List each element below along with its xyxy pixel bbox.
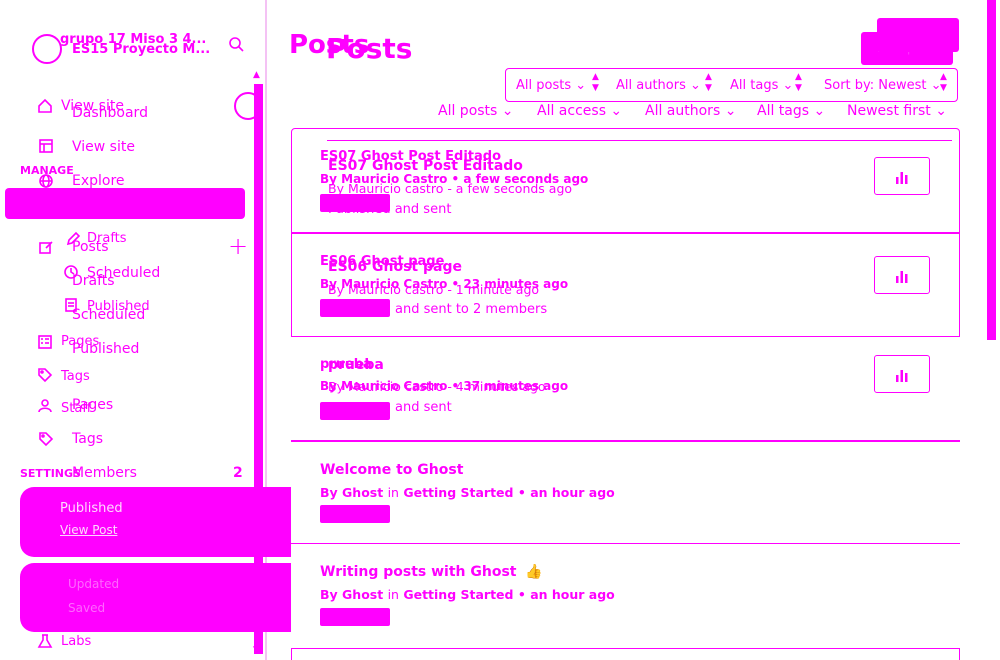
- nav-published[interactable]: Published: [72, 341, 139, 357]
- filter-authors-label: All authors: [645, 103, 721, 119]
- status-badge: [320, 505, 390, 523]
- members-count: 2: [233, 465, 243, 481]
- toast-view-post-link[interactable]: View Post: [60, 523, 117, 537]
- post-meta: By Ghost in Getting Started • an hour ag…: [320, 485, 615, 500]
- post-author[interactable]: Ghost: [342, 485, 383, 500]
- post-meta: By Mauricio castro - 4 minutes ago: [328, 379, 546, 394]
- post-tag[interactable]: Getting Started: [403, 485, 513, 500]
- filter-order-label: Newest first: [847, 103, 931, 119]
- labs-icon: [37, 633, 53, 649]
- analytics-button[interactable]: [874, 355, 930, 393]
- status-badge: [320, 402, 390, 420]
- new-post-plus-icon[interactable]: +: [228, 234, 248, 258]
- site-logo[interactable]: [32, 34, 62, 64]
- active-nav-highlight[interactable]: [5, 188, 245, 219]
- analytics-button[interactable]: [874, 256, 930, 294]
- thumbs-up-icon: 👍: [525, 564, 543, 580]
- nav-dashboard[interactable]: Dashboard: [72, 105, 148, 121]
- filter-ghost-sort[interactable]: Sort by: Newest ⌄: [824, 78, 942, 93]
- toast-updated[interactable]: Updated Saved: [20, 563, 316, 632]
- sidebar-scroll-up-icon[interactable]: ▲: [253, 70, 260, 80]
- search-icon[interactable]: [228, 36, 244, 52]
- post-author[interactable]: Ghost: [342, 587, 383, 602]
- post-title[interactable]: ES06 Ghost page: [328, 259, 462, 275]
- post-time: an hour ago: [530, 587, 615, 602]
- filter-ghost-authors[interactable]: All authors ⌄: [616, 78, 701, 93]
- filter-ghost-stepper-4[interactable]: ▲ ▼: [940, 72, 947, 94]
- post-time: an hour ago: [530, 485, 615, 500]
- toast-status: Published: [60, 501, 123, 516]
- post-meta: By Ghost in Getting Started • an hour ag…: [320, 587, 615, 602]
- post-title-text: Writing posts with Ghost: [320, 564, 517, 580]
- filter-ghost-tags[interactable]: All tags ⌄: [730, 78, 793, 93]
- pages-icon: [37, 334, 53, 350]
- nav-tags-ghost: Tags: [61, 369, 90, 384]
- post-row[interactable]: Welcome to Ghost By Ghost in Getting Sta…: [291, 441, 960, 544]
- nav-view-site[interactable]: View site: [72, 139, 135, 155]
- post-title[interactable]: prueba: [328, 357, 384, 373]
- nav-labs[interactable]: Labs: [61, 634, 91, 649]
- filter-ghost-posts[interactable]: All posts ⌄: [516, 78, 586, 93]
- post-row[interactable]: ES07 Ghost Post Editado ES07 Ghost Post …: [291, 140, 960, 233]
- home-icon: [37, 98, 53, 114]
- filter-ghost-sort-label: Sort by: Newest: [824, 78, 927, 93]
- post-title[interactable]: Writing posts with Ghost 👍: [320, 564, 543, 580]
- nav-posts[interactable]: Posts: [72, 239, 109, 255]
- analytics-button[interactable]: [874, 157, 930, 195]
- page-title: Posts: [326, 32, 413, 65]
- post-row[interactable]: ES06 Ghost page ES06 Ghost page By Mauri…: [291, 233, 960, 337]
- edit-icon: [38, 239, 54, 255]
- nav-explore[interactable]: Explore: [72, 173, 125, 189]
- bar-chart-icon: [896, 172, 908, 184]
- nav-pages[interactable]: Pages: [72, 397, 113, 413]
- tag-icon-ghost: [37, 367, 53, 383]
- nav-tags[interactable]: Tags: [72, 431, 103, 447]
- layout-icon: [38, 138, 54, 154]
- filter-authors[interactable]: All authors ⌄: [645, 103, 736, 119]
- filter-ghost-posts-label: All posts: [516, 78, 572, 93]
- bar-chart-icon: [896, 271, 908, 283]
- filter-ghost-stepper-3[interactable]: ▲ ▼: [795, 72, 802, 94]
- post-title[interactable]: Welcome to Ghost: [320, 462, 463, 478]
- new-post-button-ghost: [877, 18, 959, 52]
- filter-posts-label: All posts: [438, 103, 498, 119]
- post-row[interactable]: Writing posts with Ghost 👍 By Ghost in G…: [291, 544, 960, 649]
- post-status: Published and sent: [328, 202, 452, 217]
- filter-tags-label: All tags: [757, 103, 810, 119]
- main-scrollbar[interactable]: [987, 0, 996, 340]
- filter-tags[interactable]: All tags ⌄: [757, 103, 825, 119]
- tag-icon: [38, 431, 54, 447]
- filter-access[interactable]: All access ⌄: [537, 103, 622, 119]
- filter-access-label: All access: [537, 103, 606, 119]
- post-in: in: [387, 587, 399, 602]
- status-badge: [320, 299, 390, 317]
- filter-ghost-tags-label: All tags: [730, 78, 779, 93]
- toast2-line2: Saved: [68, 601, 106, 615]
- post-tag[interactable]: Getting Started: [403, 587, 513, 602]
- sidebar: grupo 17 Miso 3 4... ES15 Proyecto M... …: [0, 0, 267, 660]
- toast-published[interactable]: Published View Post: [20, 487, 305, 557]
- post-row[interactable]: prueba prueba By Mauricio Castro • 37 mi…: [291, 337, 960, 441]
- globe-icon: [38, 173, 54, 189]
- filter-ghost-authors-label: All authors: [616, 78, 686, 93]
- post-meta: By Mauricio castro - 1 minute ago: [328, 282, 540, 297]
- post-status: and sent: [395, 400, 452, 415]
- nav-scheduled[interactable]: Scheduled: [72, 307, 145, 323]
- filter-posts[interactable]: All posts ⌄: [438, 103, 514, 119]
- bar-chart-icon: [896, 370, 908, 382]
- staff-icon: [37, 398, 53, 414]
- sidebar-scroll-down-icon[interactable]: ▼: [253, 645, 260, 655]
- status-badge: [320, 608, 390, 626]
- nav-drafts[interactable]: Drafts: [72, 273, 115, 289]
- nav-members[interactable]: Members: [72, 465, 137, 481]
- filter-ghost-stepper-1[interactable]: ▲ ▼: [592, 72, 599, 94]
- filter-order[interactable]: Newest first ⌄: [847, 103, 947, 119]
- post-status: and sent to 2 members: [395, 302, 548, 317]
- filter-ghost-stepper-2[interactable]: ▲ ▼: [705, 72, 712, 94]
- toast2-line1: Updated: [68, 577, 120, 591]
- site-title-ghost: ES15 Proyecto M...: [72, 42, 211, 57]
- post-in: in: [387, 485, 399, 500]
